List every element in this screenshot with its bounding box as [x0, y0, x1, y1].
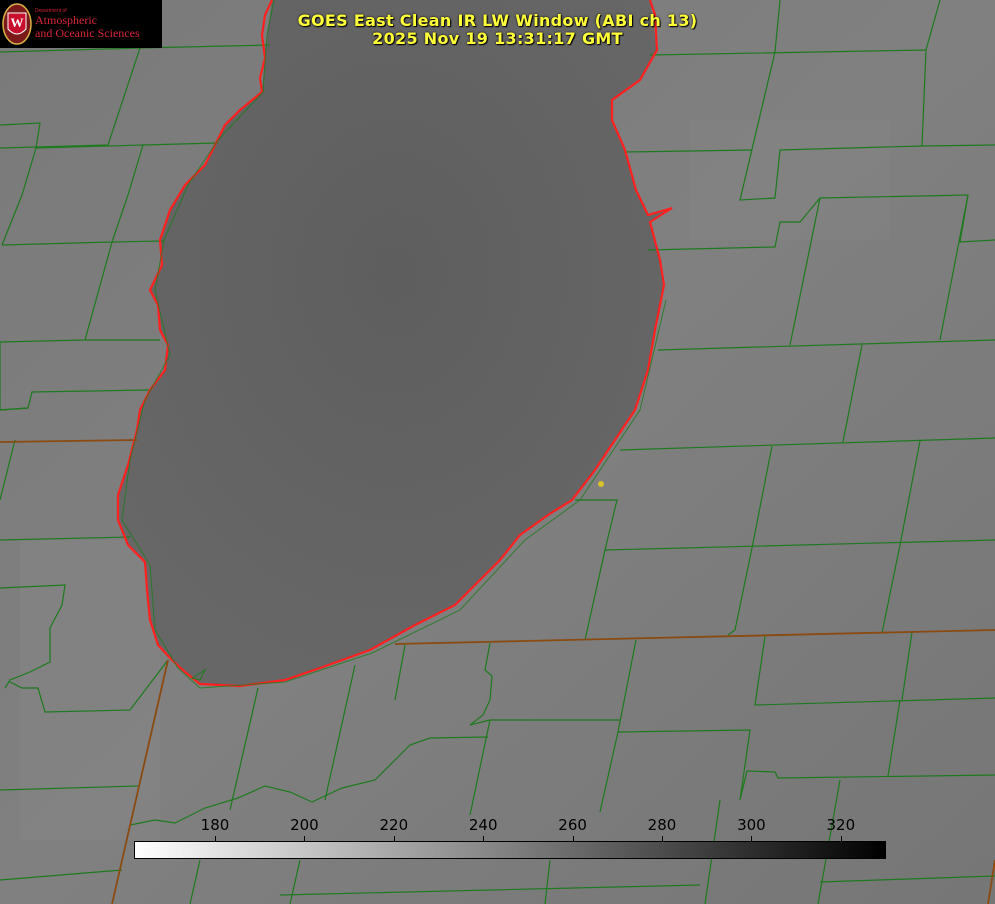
- colorbar-tick-label: 180: [200, 816, 230, 834]
- colorbar-tick-mark: [662, 836, 663, 841]
- aos-logo[interactable]: W Department of Atmospheric and Oceanic …: [0, 0, 162, 48]
- colorbar-tick-label: 280: [647, 816, 677, 834]
- station-marker: [598, 481, 604, 487]
- colorbar-tick-mark: [215, 836, 216, 841]
- svg-text:W: W: [11, 15, 24, 30]
- uw-seal-icon: W: [2, 3, 32, 45]
- colorbar-tick-mark: [751, 836, 753, 841]
- colorbar-tick-mark: [393, 836, 395, 841]
- colorbar-tick-label: 240: [468, 816, 498, 834]
- colorbar-tick-label: 320: [826, 816, 856, 834]
- colorbar-tick-mark: [572, 836, 574, 841]
- colorbar-tick-label: 220: [379, 816, 409, 834]
- logo-line2: and Oceanic Sciences: [35, 26, 140, 40]
- colorbar-tick-mark: [840, 836, 842, 841]
- satellite-image-viewer: GOES East Clean IR LW Window (ABI ch 13)…: [0, 0, 995, 904]
- colorbar-tick-mark: [304, 836, 306, 841]
- colorbar-tick-mark: [483, 836, 485, 841]
- colorbar-tick-label: 200: [290, 816, 319, 834]
- colorbar-tick-label: 300: [737, 816, 766, 834]
- colorbar: [134, 841, 886, 859]
- satellite-map: [0, 0, 995, 904]
- colorbar-tick-label: 260: [558, 816, 587, 834]
